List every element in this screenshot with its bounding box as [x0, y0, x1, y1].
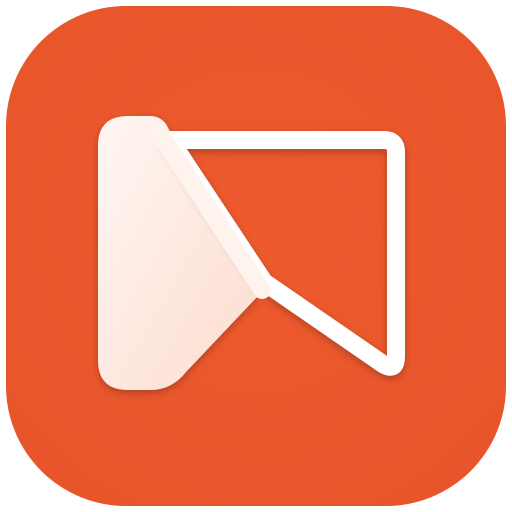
icon-canvas [0, 0, 512, 512]
app-logo-icon [6, 6, 506, 506]
